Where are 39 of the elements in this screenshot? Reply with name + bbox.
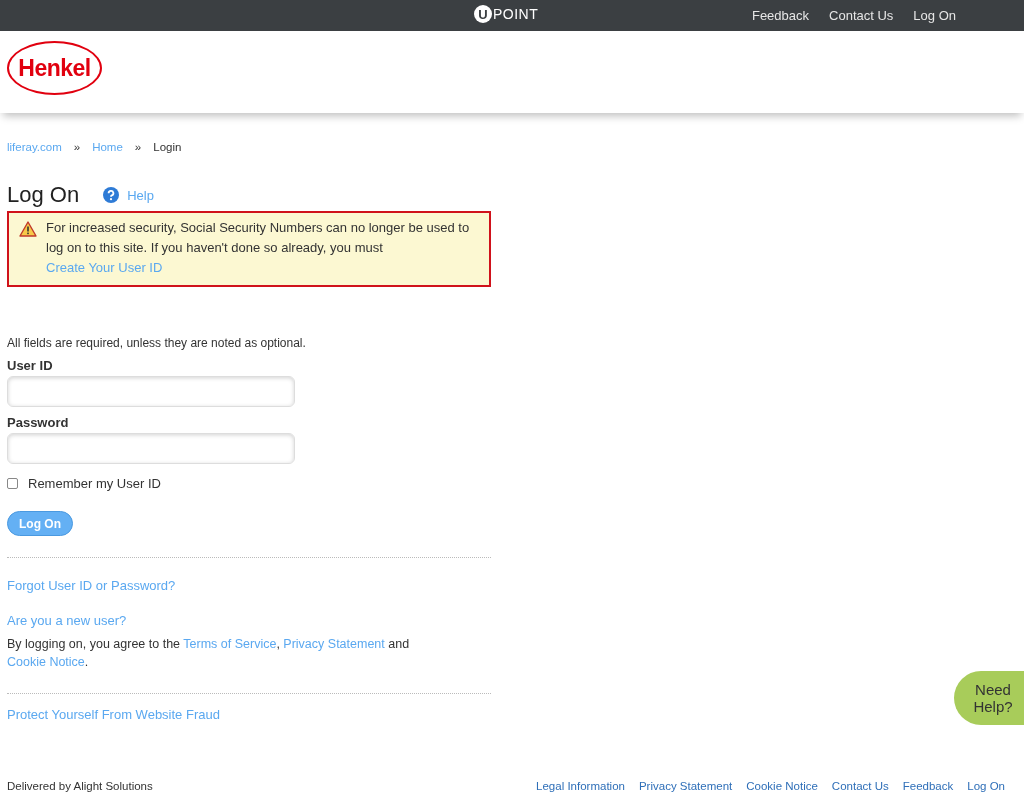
nav-link[interactable]: Contact Us [829,8,894,23]
warning-text: For increased security, Social Security Numbers can no longer be used to log on to this site. If you haven't done so already, you must Create Your User ID [46,219,471,277]
footer-link[interactable]: Legal Information [536,780,625,792]
help-link[interactable]: Help [127,187,154,203]
create-user-id-link[interactable]: Create Your User ID [46,260,163,275]
henkel-logo: Henkel [7,41,102,95]
need-help-button[interactable]: Need Help? [954,671,1024,725]
remember-label: Remember my User ID [28,476,161,491]
logo-badge: U [474,5,492,23]
breadcrumb-link[interactable]: Home [92,141,123,155]
policy-link[interactable]: Privacy Statement [283,637,385,651]
field-label: Password [7,415,70,430]
footer-link[interactable]: Contact Us [831,780,889,792]
agreement-text: By logging on, you agree to the Terms of Service, Privacy Statement and Cookie Notice. [7,636,411,671]
remember-checkbox[interactable] [7,478,18,489]
delivered-by-text: Delivered by Alight Solutions [7,780,153,792]
required-note: All fields are required, unless they are noted as optional. [7,336,307,350]
nav-link[interactable]: Log On [913,8,956,23]
footer-link[interactable]: Log On [967,780,1005,792]
nav-link[interactable]: Feedback [751,8,810,23]
page-title: Log On [7,182,80,208]
warning-icon [19,221,37,237]
help-icon[interactable] [103,187,120,203]
input-field[interactable] [7,433,295,464]
breadcrumb-separator: » [73,141,81,155]
policy-link[interactable]: Cookie Notice [7,655,85,669]
forgot-link[interactable]: Forgot User ID or Password? [7,578,176,593]
new-user-link[interactable]: Are you a new user? [7,613,127,628]
footer-link[interactable]: Feedback [902,780,954,792]
breadcrumb-current: Login [153,141,182,155]
footer-link[interactable]: Privacy Statement [638,780,733,792]
input-field[interactable] [7,376,295,407]
logo-text: POINT [493,6,539,22]
fraud-link[interactable]: Protect Yourself From Website Fraud [7,707,220,722]
breadcrumb-link[interactable]: liferay.com [7,141,62,155]
footer-link[interactable]: Cookie Notice [746,780,818,792]
field-label: User ID [7,358,54,373]
breadcrumb-separator: » [134,141,142,155]
log-on-button[interactable]: Log On [7,511,73,536]
